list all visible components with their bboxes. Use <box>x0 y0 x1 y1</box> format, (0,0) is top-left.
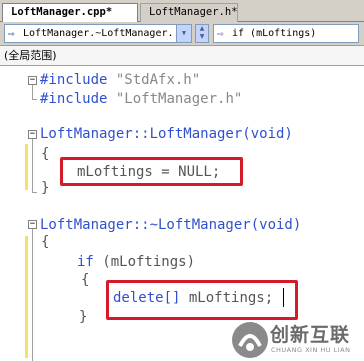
highlight-box-constructor <box>60 157 243 186</box>
include-path: "LoftManager.h" <box>115 91 243 107</box>
fold-guide <box>32 229 33 361</box>
fold-guide-end <box>32 192 37 193</box>
code-line-if-brace-close: } <box>79 309 88 325</box>
code-line-if-brace-open: { <box>81 272 90 288</box>
method-icon: ⇨ <box>8 27 15 40</box>
collapse-icon[interactable]: − <box>28 130 37 139</box>
highlight-box-destructor <box>106 280 298 320</box>
watermark-subtitle: CHUANG XIN HU LIAN <box>271 346 351 354</box>
code-line-destructor-signature: LoftManager::~LoftManager(void) <box>40 217 302 233</box>
keyword-include: #include <box>40 72 108 88</box>
keyword-if: if <box>77 254 94 270</box>
global-scope-label[interactable]: (全局范围) <box>4 47 57 64</box>
code-line-include-stdafx: #include "StdAfx.h" <box>40 72 200 88</box>
scope-icon: ⇨ <box>217 27 224 40</box>
code-scope-dropdown[interactable]: ⇨ if (mLoftings) <box>213 24 359 43</box>
navigation-bar: ⇨ LoftManager.~LoftManager. ▼ ▲ ▼ ⇨ if (m… <box>0 22 364 46</box>
code-line-if-statement: if (mLoftings) <box>77 254 195 270</box>
collapse-icon[interactable]: − <box>28 220 37 229</box>
code-line-brace-close: } <box>41 180 50 196</box>
change-marker <box>25 144 28 190</box>
brand-logo-icon <box>232 322 268 358</box>
code-editor[interactable]: − #include "StdAfx.h" #include "LoftMana… <box>0 66 364 361</box>
watermark-logo: 创新互联 CHUANG XIN HU LIAN <box>228 318 364 361</box>
tab-loftmanager-cpp[interactable]: LoftManager.cpp* <box>2 3 138 23</box>
watermark-title: 创新互联 <box>270 324 351 346</box>
class-member-dropdown[interactable]: ⇨ LoftManager.~LoftManager. ▼ <box>4 24 192 43</box>
scope-bar: (全局范围) <box>0 46 364 66</box>
chevron-down-icon[interactable]: ▼ <box>176 25 191 42</box>
code-line-brace-open: { <box>41 146 50 162</box>
include-path: "StdAfx.h" <box>115 72 201 88</box>
if-condition: (mLoftings) <box>93 254 196 270</box>
code-scope-value: if (mLoftings) <box>232 28 317 39</box>
fold-guide <box>32 139 33 192</box>
document-tab-strip: LoftManager.cpp* LoftManager.h* <box>0 0 364 23</box>
code-line-include-loftmanager: #include "LoftManager.h" <box>40 91 242 107</box>
class-member-value: LoftManager.~LoftManager. <box>23 28 174 39</box>
code-line-brace-open: { <box>41 234 50 250</box>
fold-guide-end <box>32 99 37 100</box>
fold-guide <box>32 85 33 99</box>
code-line-constructor-signature: LoftManager::LoftManager(void) <box>40 126 293 142</box>
tab-loftmanager-h[interactable]: LoftManager.h* <box>140 3 238 22</box>
sync-updown-icon[interactable]: ▲ ▼ <box>195 24 209 43</box>
collapse-icon[interactable]: − <box>28 76 37 85</box>
keyword-include: #include <box>40 91 108 107</box>
change-marker <box>25 236 28 358</box>
